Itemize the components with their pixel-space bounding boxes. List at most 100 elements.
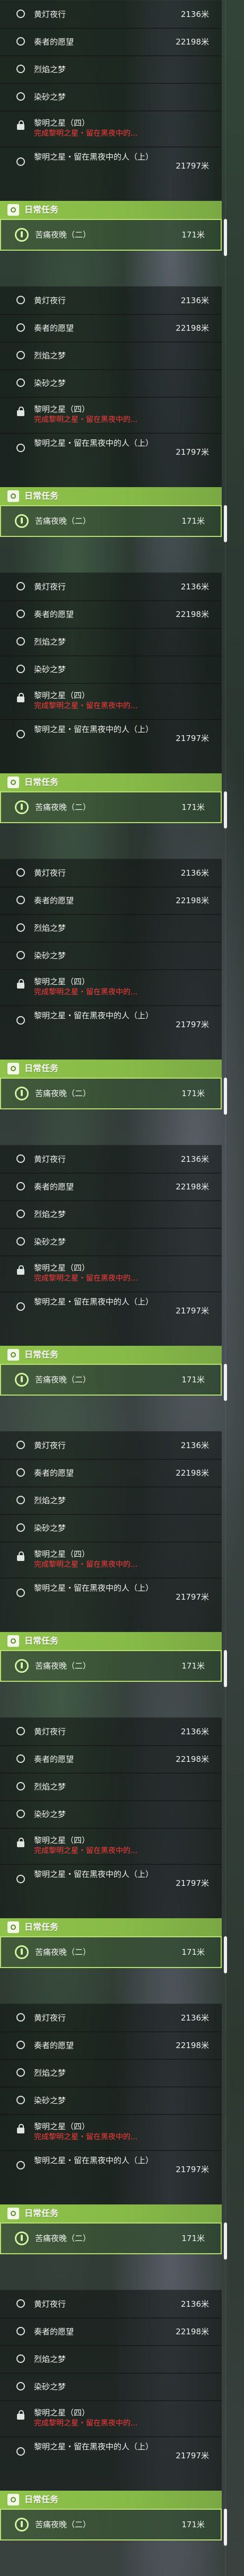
quest-row-locked[interactable]: 黎明之星（四） 完成黎明之星・留在黑夜中的... bbox=[0, 1541, 222, 1578]
circle-icon bbox=[16, 1782, 25, 1790]
daily-task-distance: 171米 bbox=[181, 1947, 205, 1957]
scrollbar-thumb[interactable] bbox=[224, 2509, 227, 2546]
quest-distance: 2136米 bbox=[180, 2299, 209, 2309]
quest-row[interactable]: 烈焰之梦 bbox=[0, 1486, 222, 1515]
quest-distance: 21797米 bbox=[176, 1306, 209, 1316]
quest-row[interactable]: 烈焰之梦 bbox=[0, 1772, 222, 1801]
quest-row[interactable]: 奏者的愿望 22198米 bbox=[0, 1745, 222, 1774]
scrollbar-thumb[interactable] bbox=[224, 1936, 227, 1973]
quest-row[interactable]: 染砂之梦 bbox=[0, 2086, 222, 2115]
quest-row[interactable]: 奏者的愿望 22198米 bbox=[0, 2031, 222, 2060]
quest-row[interactable]: 染砂之梦 bbox=[0, 83, 222, 111]
quest-row[interactable]: 烈焰之梦 bbox=[0, 2059, 222, 2087]
daily-task-item[interactable]: 苦痛夜晚（二） 171米 bbox=[0, 1650, 222, 1682]
quest-title: 奏者的愿望 bbox=[34, 1468, 74, 1478]
quest-row-locked[interactable]: 黎明之星（四） 完成黎明之星・留在黑夜中的... bbox=[0, 2114, 222, 2151]
quest-row[interactable]: 染砂之梦 bbox=[0, 369, 222, 398]
quest-row[interactable]: 黄灯夜行 2136米 bbox=[0, 859, 222, 887]
circle-icon bbox=[16, 730, 25, 738]
quest-row[interactable]: 黎明之星・留在黑夜中的人（上） 21797米 bbox=[0, 1577, 222, 1633]
circle-icon bbox=[16, 1210, 25, 1218]
scrollbar-thumb[interactable] bbox=[224, 2222, 227, 2260]
quest-row[interactable]: 黄灯夜行 2136米 bbox=[0, 0, 222, 29]
quest-row[interactable]: 黎明之星・留在黑夜中的人（上） 21797米 bbox=[0, 719, 222, 774]
daily-task-item[interactable]: 苦痛夜晚（二） 171米 bbox=[0, 1936, 222, 1968]
quest-row[interactable]: 奏者的愿望 22198米 bbox=[0, 1459, 222, 1487]
quest-row[interactable]: 黄灯夜行 2136米 bbox=[0, 1431, 222, 1460]
daily-task-header-title: 日常任务 bbox=[24, 2208, 59, 2218]
quest-distance: 22198米 bbox=[176, 896, 209, 905]
quest-row[interactable]: 奏者的愿望 22198米 bbox=[0, 600, 222, 629]
scrollbar-thumb[interactable] bbox=[224, 219, 227, 256]
quest-title: 染砂之梦 bbox=[34, 92, 66, 102]
quest-row[interactable]: 烈焰之梦 bbox=[0, 341, 222, 370]
quest-row[interactable]: 黄灯夜行 2136米 bbox=[0, 1145, 222, 1174]
quest-row[interactable]: 黎明之星・留在黑夜中的人（上） 21797米 bbox=[0, 1005, 222, 1061]
quest-row[interactable]: 奏者的愿望 22198米 bbox=[0, 1172, 222, 1201]
daily-task-item[interactable]: 苦痛夜晚（二） 171米 bbox=[0, 791, 222, 823]
quest-row-locked[interactable]: 黎明之星（四） 完成黎明之星・留在黑夜中的... bbox=[0, 969, 222, 1006]
quest-row-locked[interactable]: 黎明之星（四） 完成黎明之星・留在黑夜中的... bbox=[0, 2400, 222, 2437]
daily-task-item[interactable]: 苦痛夜晚（二） 171米 bbox=[0, 219, 222, 251]
daily-task-title: 苦痛夜晚（二） bbox=[35, 230, 91, 240]
quest-panel: 黄灯夜行 2136米 奏者的愿望 22198米 烈焰之梦 染砂之梦 黎明之星（四… bbox=[0, 1431, 244, 1717]
quest-row[interactable]: 黄灯夜行 2136米 bbox=[0, 1717, 222, 1746]
quest-row[interactable]: 奏者的愿望 22198米 bbox=[0, 2317, 222, 2346]
quest-row-locked[interactable]: 黎明之星（四） 完成黎明之星・留在黑夜中的... bbox=[0, 683, 222, 720]
quest-row[interactable]: 烈焰之梦 bbox=[0, 914, 222, 942]
scrollbar-thumb[interactable] bbox=[224, 1078, 227, 1115]
quest-row[interactable]: 染砂之梦 bbox=[0, 1228, 222, 1256]
daily-task-item[interactable]: 苦痛夜晚（二） 171米 bbox=[0, 1078, 222, 1109]
circle-icon bbox=[16, 378, 25, 387]
quest-row[interactable]: 染砂之梦 bbox=[0, 655, 222, 684]
quest-row[interactable]: 黎明之星・留在黑夜中的人（上） 21797米 bbox=[0, 146, 222, 202]
daily-task-item[interactable]: 苦痛夜晚（二） 171米 bbox=[0, 2509, 222, 2540]
quest-row[interactable]: 黎明之星・留在黑夜中的人（上） 21797米 bbox=[0, 2436, 222, 2492]
quest-row[interactable]: 烈焰之梦 bbox=[0, 55, 222, 84]
quest-row-locked[interactable]: 黎明之星（四） 完成黎明之星・留在黑夜中的... bbox=[0, 396, 222, 434]
quest-row[interactable]: 黄灯夜行 2136米 bbox=[0, 2004, 222, 2032]
quest-row[interactable]: 染砂之梦 bbox=[0, 2372, 222, 2401]
quest-distance: 22198米 bbox=[176, 323, 209, 333]
quest-row[interactable]: 奏者的愿望 22198米 bbox=[0, 886, 222, 915]
quest-row[interactable]: 黎明之星・留在黑夜中的人（上） 21797米 bbox=[0, 433, 222, 488]
scrollbar-thumb[interactable] bbox=[224, 791, 227, 828]
daily-task-distance: 171米 bbox=[181, 230, 205, 240]
quest-row[interactable]: 黎明之星・留在黑夜中的人（上） 21797米 bbox=[0, 1291, 222, 1347]
daily-task-header-title: 日常任务 bbox=[24, 205, 59, 215]
quest-row[interactable]: 黄灯夜行 2136米 bbox=[0, 2290, 222, 2318]
quest-row[interactable]: 奏者的愿望 22198米 bbox=[0, 314, 222, 342]
quest-distance: 2136米 bbox=[180, 296, 209, 305]
daily-task-icon bbox=[7, 1635, 19, 1647]
quest-row[interactable]: 染砂之梦 bbox=[0, 1514, 222, 1542]
quest-row[interactable]: 奏者的愿望 22198米 bbox=[0, 28, 222, 56]
daily-task-item[interactable]: 苦痛夜晚（二） 171米 bbox=[0, 505, 222, 537]
quest-row[interactable]: 烈焰之梦 bbox=[0, 1200, 222, 1229]
quest-distance: 2136米 bbox=[180, 10, 209, 19]
quest-row-locked[interactable]: 黎明之星（四） 完成黎明之星・留在黑夜中的... bbox=[0, 110, 222, 147]
scrollbar-thumb[interactable] bbox=[224, 505, 227, 542]
quest-distance: 22198米 bbox=[176, 1182, 209, 1192]
quest-row[interactable]: 烈焰之梦 bbox=[0, 2345, 222, 2374]
quest-row[interactable]: 黎明之星・留在黑夜中的人（上） 21797米 bbox=[0, 2150, 222, 2206]
quest-row[interactable]: 黎明之星・留在黑夜中的人（上） 21797米 bbox=[0, 1864, 222, 1919]
quest-row[interactable]: 黄灯夜行 2136米 bbox=[0, 286, 222, 315]
daily-task-item[interactable]: 苦痛夜晚（二） 171米 bbox=[0, 2222, 222, 2254]
circle-icon bbox=[16, 37, 25, 46]
quest-row-locked[interactable]: 黎明之星（四） 完成黎明之星・留在黑夜中的... bbox=[0, 1828, 222, 1865]
quest-row[interactable]: 染砂之梦 bbox=[0, 941, 222, 970]
quest-row[interactable]: 染砂之梦 bbox=[0, 1800, 222, 1829]
lock-icon bbox=[17, 1265, 24, 1275]
daily-task-icon bbox=[7, 777, 19, 788]
quest-row-locked[interactable]: 黎明之星（四） 完成黎明之星・留在黑夜中的... bbox=[0, 1255, 222, 1292]
lock-icon bbox=[17, 1551, 24, 1561]
quest-panel: 黄灯夜行 2136米 奏者的愿望 22198米 烈焰之梦 染砂之梦 黎明之星（四… bbox=[0, 859, 244, 1145]
scrollbar-thumb[interactable] bbox=[224, 1650, 227, 1687]
scrollbar-thumb[interactable] bbox=[224, 1364, 227, 1401]
quest-row[interactable]: 黄灯夜行 2136米 bbox=[0, 572, 222, 601]
circle-icon bbox=[16, 1523, 25, 1532]
daily-task-item[interactable]: 苦痛夜晚（二） 171米 bbox=[0, 1364, 222, 1396]
circle-icon bbox=[16, 1727, 25, 1735]
quest-row[interactable]: 烈焰之梦 bbox=[0, 628, 222, 656]
quest-title: 奏者的愿望 bbox=[34, 610, 74, 619]
